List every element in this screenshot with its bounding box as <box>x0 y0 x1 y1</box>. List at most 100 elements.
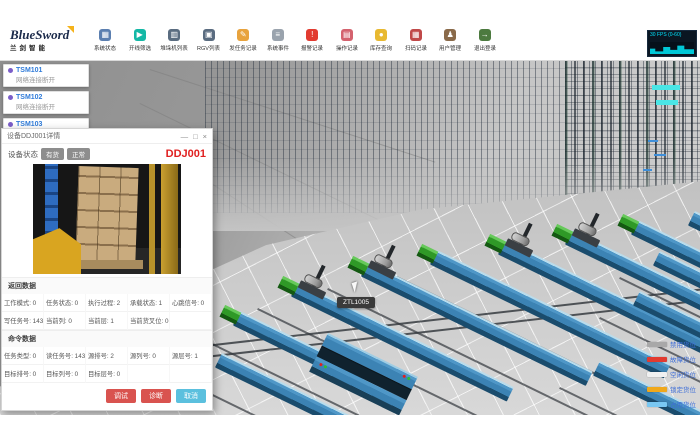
rgv-list-icon: ▣ <box>203 29 215 41</box>
toast-device-name: TSM102 <box>16 94 42 101</box>
menu-item-line-filter[interactable]: ▶ 开线筛选 <box>123 29 158 59</box>
status-badge-cargo: 有货 <box>41 148 64 160</box>
menu-label: 扫码记录 <box>405 43 427 51</box>
rack-label-text <box>643 169 652 171</box>
fps-graph <box>650 42 694 54</box>
menu-item-task-records[interactable]: ✎ 发任务记录 <box>226 29 261 59</box>
device-detail-panel: 设备DDJ001详情 — □ × 设备状态 有货 正常 DDJ001 <box>1 128 213 411</box>
legend-label: 锁定货位 <box>670 384 696 394</box>
command-data-grid: 任务类型: 0 读任务号: 14367 源排号: 2 源列号: 0 源层号: 1… <box>2 347 212 383</box>
photo-shape <box>75 166 138 262</box>
alarm-records-icon: ! <box>306 29 318 41</box>
viewport: ZTL1005 禁用货位 故障货位 空闲货位 锁定货位 <box>0 61 700 415</box>
legend-row: 空闲货位 <box>647 369 696 379</box>
menu-label: 系统状态 <box>94 43 116 51</box>
top-menubar: BlueSword 兰剑智能 ▦ 系统状态 ▶ 开线筛选 ▥ 堆垛机列表 ▣ R… <box>0 25 700 61</box>
menu-item-system-events[interactable]: ≡ 系统事件 <box>261 29 296 59</box>
main-menu: ▦ 系统状态 ▶ 开线筛选 ▥ 堆垛机列表 ▣ RGV列表 ✎ 发任务记录 ≡ … <box>88 29 502 59</box>
device-status-row: 设备状态 有货 正常 DDJ001 <box>2 144 212 162</box>
menu-item-rgv-list[interactable]: ▣ RGV列表 <box>192 29 227 59</box>
photo-shape <box>161 164 178 274</box>
menu-label: 开线筛选 <box>129 43 151 51</box>
diagnose-button[interactable]: 诊断 <box>141 389 171 403</box>
toast-tsm102[interactable]: TSM102 网络连接断开 <box>3 91 89 114</box>
menu-item-user-management[interactable]: ♟ 用户管理 <box>433 29 468 59</box>
close-icon[interactable]: × <box>203 132 207 141</box>
cancel-button[interactable]: 取消 <box>176 389 206 403</box>
rack-label-text <box>654 154 666 156</box>
legend-row: 锁定货位 <box>647 384 696 394</box>
system-status-icon: ▦ <box>99 29 111 41</box>
maximize-icon[interactable]: □ <box>193 132 198 141</box>
legend-chip-occupied <box>647 402 667 407</box>
toast-status-dot-icon <box>8 122 13 127</box>
menu-item-system-status[interactable]: ▦ 系统状态 <box>88 29 123 59</box>
menu-label: 发任务记录 <box>229 43 257 51</box>
menu-label: 系统事件 <box>267 43 289 51</box>
menu-label: 用户管理 <box>439 43 461 51</box>
panel-title: 设备DDJ001详情 <box>7 131 60 141</box>
task-records-icon: ✎ <box>237 29 249 41</box>
toast-tsm101[interactable]: TSM101 网络连接断开 <box>3 64 89 87</box>
legend-chip-locked <box>647 387 667 392</box>
toast-device-name: TSM101 <box>16 67 42 74</box>
toast-title: TSM101 <box>8 67 84 74</box>
legend-label: 故障货位 <box>670 354 696 364</box>
menu-item-logout[interactable]: → 退出登录 <box>468 29 503 59</box>
panel-actions: 调试 诊断 取消 <box>2 383 212 410</box>
toast-message: 网络连接断开 <box>16 101 84 111</box>
menu-label: 堆垛机列表 <box>160 43 188 51</box>
data-cell: 源列号: 0 <box>128 347 170 365</box>
menu-item-alarm-records[interactable]: ! 报警记录 <box>295 29 330 59</box>
data-cell: 写任务号: 14367 <box>2 312 44 330</box>
stacker-list-icon: ▥ <box>168 29 180 41</box>
slot-status-legend: 禁用货位 故障货位 空闲货位 锁定货位 占用货位 <box>647 339 696 414</box>
return-data-grid: 工作模式: 0 任务状态: 0 执行过程: 2 承载状态: 1 心跳信号: 0 … <box>2 294 212 330</box>
menu-item-operation-records[interactable]: ▤ 操作记录 <box>330 29 365 59</box>
legend-row: 故障货位 <box>647 354 696 364</box>
legend-row: 占用货位 <box>647 399 696 409</box>
brand-logo: BlueSword 兰剑智能 <box>10 28 80 52</box>
inventory-query-icon: ● <box>375 29 387 41</box>
data-cell: 源排号: 2 <box>86 347 128 365</box>
data-cell: 目标层号: 0 <box>86 365 128 383</box>
menu-label: 操作记录 <box>336 43 358 51</box>
section-title-command-data: 命令数据 <box>2 330 212 347</box>
data-cell: 当前货叉位: 0 <box>128 312 170 330</box>
data-cell: 工作模式: 0 <box>2 294 44 312</box>
menu-item-stacker-list[interactable]: ▥ 堆垛机列表 <box>157 29 192 59</box>
status-badge-normal: 正常 <box>67 148 90 160</box>
data-cell: 当前层: 1 <box>86 312 128 330</box>
menu-label: 库存查询 <box>370 43 392 51</box>
system-events-icon: ≡ <box>272 29 284 41</box>
panel-header[interactable]: 设备DDJ001详情 — □ × <box>2 129 212 144</box>
legend-chip-fault <box>647 357 667 362</box>
menu-item-inventory-query[interactable]: ● 库存查询 <box>364 29 399 59</box>
panel-window-controls: — □ × <box>181 132 207 141</box>
data-cell: 心跳信号: 0 <box>170 294 212 312</box>
toast-device-name: TSM103 <box>16 121 42 128</box>
data-cell <box>170 312 212 330</box>
scan-records-icon: ▦ <box>410 29 422 41</box>
fps-graph-shape <box>650 42 694 54</box>
menu-label: 退出登录 <box>474 43 496 51</box>
menu-label: RGV列表 <box>197 43 220 51</box>
legend-chip-empty <box>647 372 667 377</box>
data-cell: 任务类型: 0 <box>2 347 44 365</box>
device-id: DDJ001 <box>166 148 206 160</box>
data-cell: 读任务号: 14367 <box>44 347 86 365</box>
minimize-icon[interactable]: — <box>181 132 189 141</box>
debug-button[interactable]: 调试 <box>106 389 136 403</box>
photo-shape <box>149 164 155 274</box>
app-window: BlueSword 兰剑智能 ▦ 系统状态 ▶ 开线筛选 ▥ 堆垛机列表 ▣ R… <box>0 0 700 440</box>
data-cell <box>170 365 212 383</box>
photo-shape <box>73 260 143 269</box>
brand-triangle-icon <box>67 26 74 33</box>
toast-status-dot-icon <box>8 68 13 73</box>
legend-label: 禁用货位 <box>670 339 696 349</box>
logout-icon: → <box>479 29 491 41</box>
toast-message: 网络连接断开 <box>16 74 84 84</box>
data-cell: 当前列: 0 <box>44 312 86 330</box>
fps-stats-widget[interactable]: 30 FPS (0-60) <box>647 30 697 57</box>
menu-item-scan-records[interactable]: ▦ 扫码记录 <box>399 29 434 59</box>
